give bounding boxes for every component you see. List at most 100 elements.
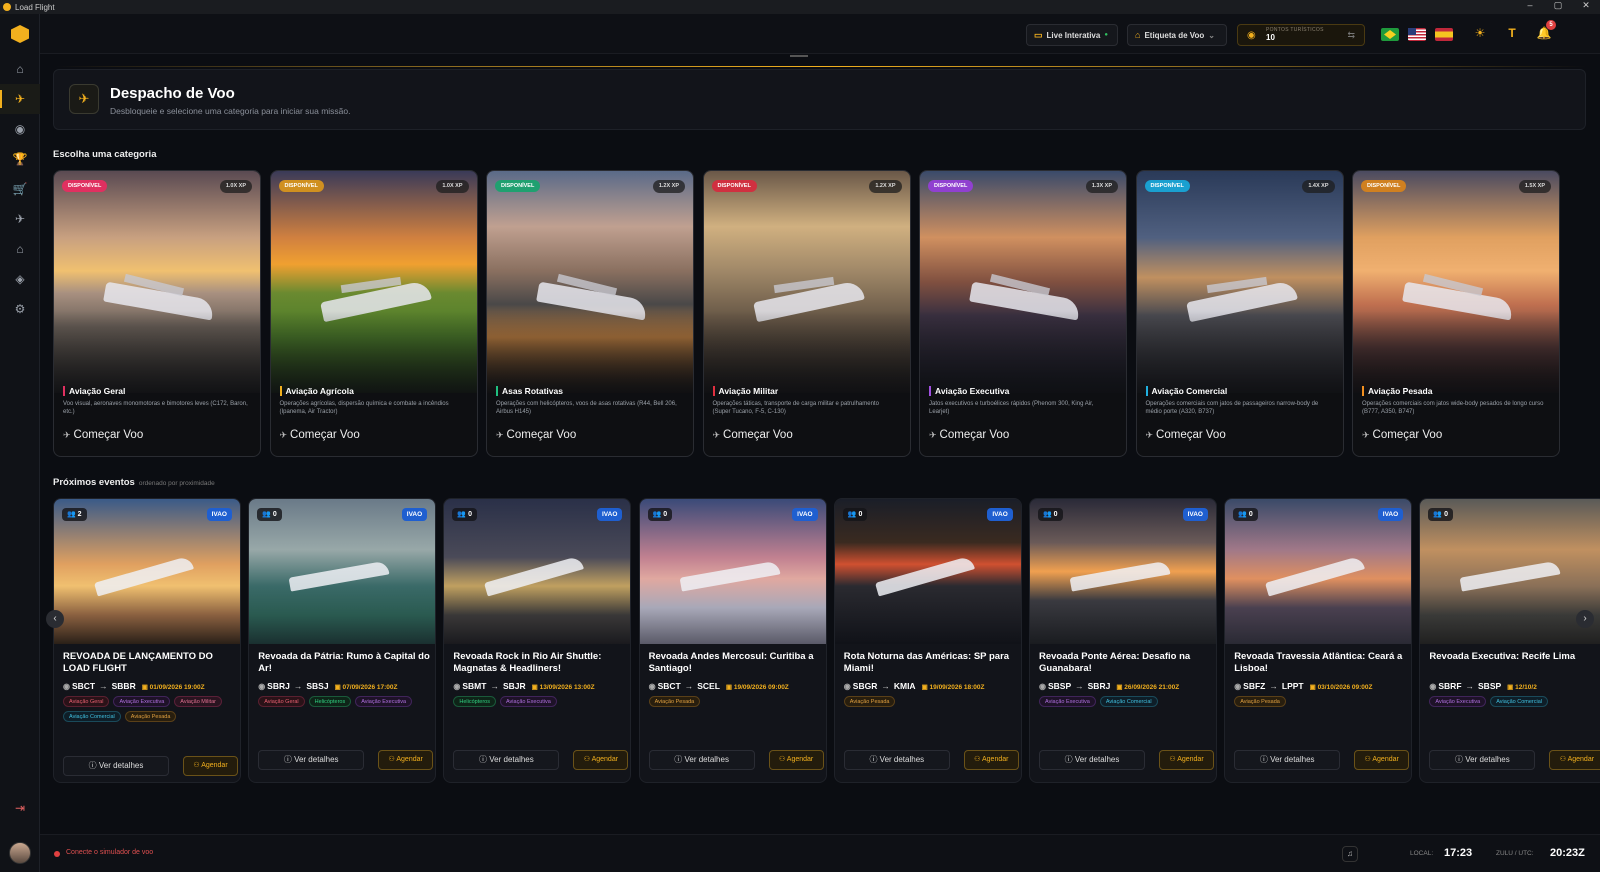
connection-status-dot-icon bbox=[54, 851, 60, 857]
event-card[interactable]: 👥 0 IVAO Rota Noturna das Américas: SP p… bbox=[833, 498, 1022, 783]
view-details-button[interactable]: ⓘ Ver detalhes bbox=[1429, 750, 1536, 770]
start-flight-button[interactable]: ✈ Começar Voo bbox=[1146, 429, 1226, 441]
category-card[interactable]: DISPONÍVEL 1.5X XP Aviação Pesada Operaç… bbox=[1352, 170, 1560, 457]
event-card[interactable]: 👥 0 IVAO Revoada Travessia Atlântica: Ce… bbox=[1224, 498, 1413, 783]
sidebar-item-trophy[interactable]: 🏆 bbox=[0, 144, 40, 174]
schedule-button[interactable]: ⚇ Agendar bbox=[378, 750, 434, 770]
page-title: Despacho de Voo bbox=[110, 85, 235, 102]
category-card[interactable]: DISPONÍVEL 1.0X XP Aviação Geral Voo vis… bbox=[53, 170, 261, 457]
brand-logo[interactable] bbox=[0, 14, 40, 54]
event-title: Revoada Rock in Rio Air Shuttle: Magnata… bbox=[453, 651, 602, 674]
sidebar-item-radio[interactable]: ◉ bbox=[0, 114, 40, 144]
schedule-label: Agendar bbox=[981, 756, 1009, 763]
event-category-tag: Aviação Pesada bbox=[843, 696, 896, 707]
flight-tag-dropdown[interactable]: ⌂ Etiqueta de Voo ⌄ bbox=[1127, 24, 1227, 46]
start-flight-button[interactable]: ✈ Começar Voo bbox=[713, 429, 793, 441]
live-interactive-button[interactable]: ▭ Live Interativa ● bbox=[1026, 24, 1118, 46]
sun-icon[interactable]: ☀ bbox=[1470, 26, 1490, 46]
sidebar-item-badge[interactable]: ◈ bbox=[0, 264, 40, 294]
flight-dispatch-icon: ✈ bbox=[1145, 430, 1154, 440]
view-details-label: Ver detalhes bbox=[1270, 755, 1315, 764]
schedule-button[interactable]: ⚇ Agendar bbox=[1354, 750, 1410, 770]
maximize-button[interactable]: ▢ bbox=[1544, 0, 1572, 11]
event-title: REVOADA DE LANÇAMENTO DO LOAD FLIGHT bbox=[63, 651, 213, 674]
start-flight-button[interactable]: ✈ Começar Voo bbox=[929, 429, 1009, 441]
event-card[interactable]: 👥 0 IVAO Revoada Rock in Rio Air Shuttle… bbox=[443, 498, 632, 783]
route-origin: SBCT bbox=[657, 681, 681, 691]
local-time: 17:23 bbox=[1444, 847, 1473, 859]
category-card[interactable]: DISPONÍVEL 1.4X XP Aviação Comercial Ope… bbox=[1135, 170, 1344, 457]
header-divider bbox=[56, 66, 1586, 67]
view-details-label: Ver detalhes bbox=[98, 761, 144, 770]
schedule-label: Agendar bbox=[591, 756, 619, 763]
event-date: ▣ 07/09/2026 17:00Z bbox=[334, 684, 398, 691]
participants-count: 👥 0 bbox=[257, 508, 282, 521]
start-flight-label: Começar Voo bbox=[939, 429, 1010, 441]
sidebar-item-plane[interactable]: ✈ bbox=[0, 204, 40, 234]
trophy-icon: 🏆 bbox=[12, 152, 28, 166]
network-badge: IVAO bbox=[401, 508, 428, 521]
flag-spain-icon[interactable] bbox=[1435, 28, 1453, 41]
schedule-button[interactable]: ⚇ Agendar bbox=[963, 750, 1019, 770]
font-size-icon[interactable]: T bbox=[1502, 26, 1522, 46]
view-details-button[interactable]: ⓘ Ver detalhes bbox=[453, 750, 560, 770]
view-details-button[interactable]: ⓘ Ver detalhes bbox=[63, 756, 169, 776]
participants-count-value: 0 bbox=[1248, 511, 1253, 518]
start-flight-label: Começar Voo bbox=[723, 429, 793, 441]
view-details-button[interactable]: ⓘ Ver detalhes bbox=[843, 750, 950, 770]
event-tags: Aviação Pesada bbox=[1234, 696, 1406, 707]
view-details-label: Ver detalhes bbox=[294, 755, 339, 764]
event-card[interactable]: 👥 0 IVAO Revoada da Pátria: Rumo à Capit… bbox=[248, 498, 437, 783]
sidebar-item-cart[interactable]: 🛒 bbox=[0, 174, 40, 204]
start-flight-label: Começar Voo bbox=[1156, 429, 1226, 441]
user-plus-icon: ⚇ bbox=[388, 756, 395, 763]
map-pin-icon: ◉ bbox=[453, 682, 461, 691]
close-button[interactable]: ✕ bbox=[1572, 0, 1600, 11]
schedule-button[interactable]: ⚇ Agendar bbox=[573, 750, 629, 770]
category-card[interactable]: DISPONÍVEL 1.0X XP Aviação Agrícola Oper… bbox=[269, 170, 478, 457]
category-name: Aviação Geral bbox=[63, 386, 125, 396]
logout-button[interactable]: ⇥ bbox=[0, 796, 40, 820]
view-details-button[interactable]: ⓘ Ver detalhes bbox=[1039, 750, 1145, 770]
carousel-next-button[interactable]: › bbox=[1576, 610, 1594, 628]
event-date: ▣ 19/09/2026 09:00Z bbox=[725, 684, 789, 691]
view-details-button[interactable]: ⓘ Ver detalhes bbox=[258, 750, 365, 770]
view-details-button[interactable]: ⓘ Ver detalhes bbox=[648, 750, 755, 770]
start-flight-button[interactable]: ✈ Começar Voo bbox=[1362, 429, 1442, 441]
start-flight-button[interactable]: ✈ Começar Voo bbox=[496, 429, 576, 441]
info-icon: ⓘ bbox=[674, 755, 683, 764]
event-card[interactable]: 👥 2 IVAO REVOADA DE LANÇAMENTO DO LOAD F… bbox=[53, 498, 241, 783]
schedule-button[interactable]: ⚇ Agendar bbox=[183, 756, 238, 776]
sidebar-item-flight-dispatch[interactable]: ✈ bbox=[0, 84, 40, 114]
carousel-prev-button[interactable]: ‹ bbox=[46, 610, 64, 628]
sidebar-item-home[interactable]: ⌂ bbox=[0, 54, 40, 84]
user-plus-icon: ⚇ bbox=[193, 762, 200, 769]
schedule-button[interactable]: ⚇ Agendar bbox=[1549, 750, 1600, 770]
category-card[interactable]: DISPONÍVEL 1.3X XP Aviação Executiva Jat… bbox=[919, 170, 1127, 457]
user-plus-icon: ⚇ bbox=[974, 756, 981, 763]
route-origin: SBRF bbox=[1438, 681, 1462, 691]
avatar[interactable] bbox=[9, 842, 31, 864]
category-card[interactable]: DISPONÍVEL 1.2X XP Asas Rotativas Operaç… bbox=[486, 170, 694, 457]
info-icon: ⓘ bbox=[1455, 755, 1464, 764]
event-card[interactable]: 👥 0 IVAO Revoada Andes Mercosul: Curitib… bbox=[638, 498, 827, 783]
schedule-button[interactable]: ⚇ Agendar bbox=[768, 750, 824, 770]
minimize-button[interactable]: – bbox=[1516, 0, 1544, 11]
event-card[interactable]: 👥 0 IVAO Revoada Ponte Aérea: Desafio na… bbox=[1029, 498, 1217, 783]
view-details-label: Ver detalhes bbox=[879, 755, 925, 764]
page-subtitle: Desbloqueie e selecione uma categoria pa… bbox=[110, 106, 351, 116]
simulator-status[interactable]: Conecte o simulador de voo bbox=[66, 849, 153, 856]
category-card[interactable]: DISPONÍVEL 1.2X XP Aviação Militar Opera… bbox=[702, 170, 911, 457]
flag-brazil-icon[interactable] bbox=[1381, 28, 1399, 41]
page-header: ✈ Despacho de Voo Desbloqueie e selecion… bbox=[53, 69, 1586, 130]
headset-icon[interactable]: ♫ bbox=[1342, 846, 1358, 862]
tourist-points[interactable]: ◉ PONTOS TURÍSTICOS 10 ⇆ bbox=[1237, 24, 1365, 46]
schedule-button[interactable]: ⚇ Agendar bbox=[1159, 750, 1214, 770]
sidebar-item-settings[interactable]: ⚙ bbox=[0, 294, 40, 324]
start-flight-button[interactable]: ✈ Começar Voo bbox=[63, 429, 143, 441]
event-card[interactable]: 👥 0 Revoada Executiva: Recife Lima ◉ SBRF… bbox=[1419, 498, 1600, 783]
flag-usa-icon[interactable] bbox=[1408, 28, 1426, 41]
view-details-button[interactable]: ⓘ Ver detalhes bbox=[1234, 750, 1341, 770]
start-flight-button[interactable]: ✈ Começar Voo bbox=[280, 429, 360, 441]
sidebar-item-bank[interactable]: ⌂ bbox=[0, 234, 40, 264]
